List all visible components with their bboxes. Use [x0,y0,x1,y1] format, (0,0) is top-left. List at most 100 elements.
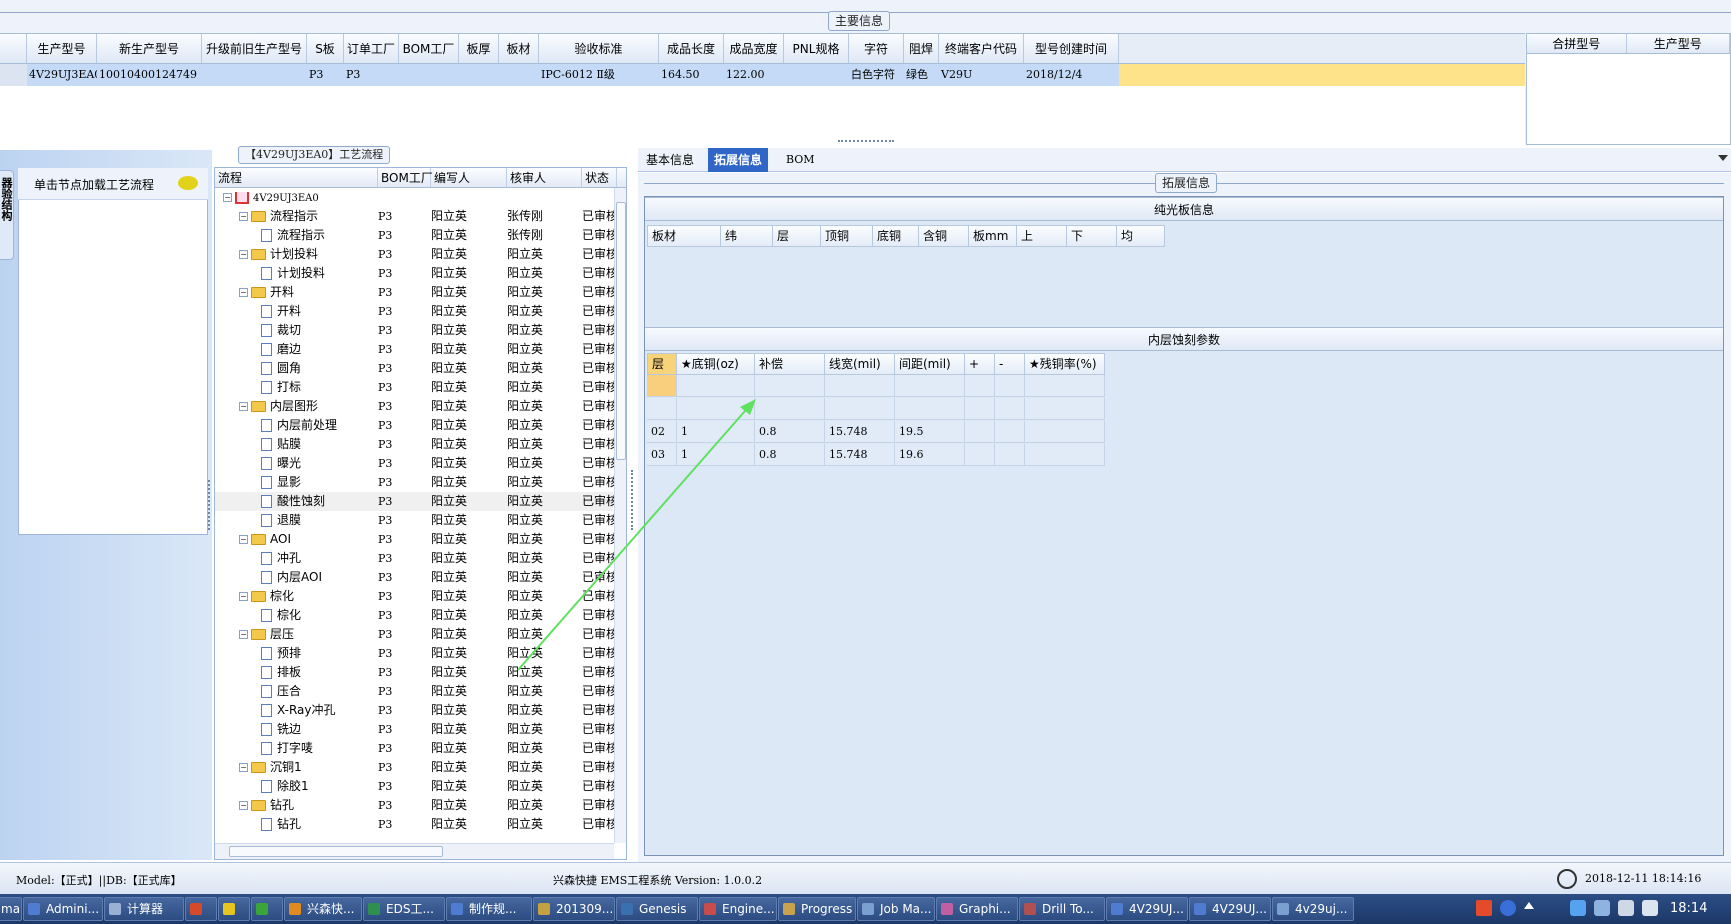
etch-cell[interactable] [995,444,1025,466]
main-cell[interactable]: 122.00 [724,64,784,86]
main-col-header[interactable]: 终端客户代码 [939,34,1024,63]
main-col-header[interactable]: 生产型号 [27,34,97,63]
tree-col-header[interactable]: 编写人 [431,168,507,187]
merge-col-0[interactable]: 合拼型号 [1527,34,1627,53]
taskbar-button[interactable]: Progress [778,897,856,921]
tree-col-header[interactable]: 核审人 [507,168,582,187]
etch-cell[interactable] [995,375,1025,397]
tree-row[interactable]: − 计划投料 P3 阳立英 阳立英 已审核 [215,245,618,264]
main-col-header[interactable]: 板厚 [459,34,499,63]
main-col-header[interactable]: 字符 [849,34,904,63]
taskbar-button[interactable] [218,897,250,921]
main-col-header[interactable]: S板 [307,34,344,63]
etch-col-header[interactable]: + [965,353,995,375]
etch-cell[interactable] [965,444,995,466]
main-cell[interactable]: 4V29UJ3EA0 [27,64,97,86]
board-col-header[interactable]: 含铜 [919,225,969,247]
row-selector[interactable] [0,64,27,86]
main-info-row[interactable]: 4V29UJ3EA0 10010400124749 P3 P3 IPC-6012 Ⅱ级 1… [0,64,1525,86]
etch-cell[interactable] [1025,421,1105,443]
etch-cell[interactable] [1025,398,1105,420]
etch-col-header[interactable]: 层 [647,353,677,375]
expand-icon[interactable]: − [223,193,232,202]
tree-row[interactable]: 钻孔 P3 阳立英 阳立英 已审核 [215,815,618,834]
etch-cell[interactable] [1025,444,1105,466]
board-col-header[interactable]: 层 [773,225,821,247]
etch-cell[interactable] [755,375,825,397]
etch-cell[interactable]: 15.748 [825,421,895,443]
board-col-header[interactable]: 上 [1017,225,1067,247]
taskbar-clock[interactable]: 18:14 [1670,901,1707,916]
tree-row[interactable]: X-Ray冲孔 P3 阳立英 阳立英 已审核 [215,701,618,720]
etch-cell[interactable]: 19.5 [895,421,965,443]
tree-row[interactable]: − 钻孔 P3 阳立英 阳立英 已审核 [215,796,618,815]
tray-flag-icon[interactable] [1618,900,1634,916]
main-col-header[interactable]: 升级前旧生产型号 [202,34,307,63]
taskbar-button[interactable]: 201309... [533,897,615,921]
tray-network-icon[interactable] [1594,900,1610,916]
expand-icon[interactable]: − [239,535,248,544]
main-col-header[interactable]: 阻焊 [904,34,939,63]
expand-icon[interactable]: − [239,212,248,221]
tree-row[interactable]: 计划投料 P3 阳立英 阳立英 已审核 [215,264,618,283]
load-process-box[interactable] [18,168,208,535]
expand-icon[interactable]: − [239,801,248,810]
taskbar-button[interactable]: Admini... [23,897,103,921]
tab-bom[interactable]: BOM [780,148,821,172]
tree-hscroll[interactable] [215,843,614,859]
main-col-header[interactable]: PNL规格 [784,34,849,63]
expand-icon[interactable]: − [239,250,248,259]
expand-icon[interactable]: − [239,630,248,639]
taskbar-button[interactable]: Graphi... [936,897,1018,921]
tray-help-icon[interactable] [1500,900,1516,916]
board-col-header[interactable]: 均 [1117,225,1165,247]
etch-col-header[interactable]: 间距(mil) [895,353,965,375]
etch-col-header[interactable]: ★底铜(oz) [677,353,755,375]
tabs-menu-icon[interactable] [1718,155,1728,161]
etch-cell[interactable] [965,375,995,397]
tree-col-header[interactable]: 流程 [215,168,378,187]
main-col-header[interactable]: 板材 [499,34,539,63]
etch-cell[interactable]: 19.6 [895,444,965,466]
taskbar-button[interactable]: Engine... [699,897,777,921]
main-cell[interactable]: 绿色 [904,64,939,86]
etch-cell[interactable] [825,375,895,397]
tree-row[interactable]: 磨边 P3 阳立英 阳立英 已审核 [215,340,618,359]
taskbar-button[interactable]: Job Ma... [857,897,935,921]
board-col-header[interactable]: 板mm [969,225,1017,247]
side-tab[interactable]: 器验结构 [0,170,14,260]
tree-col-header[interactable]: 状态 [582,168,617,187]
taskbar-button[interactable]: mail [0,897,22,921]
board-col-header[interactable]: 纬 [721,225,773,247]
tree-row[interactable]: 铣边 P3 阳立英 阳立英 已审核 [215,720,618,739]
taskbar-button[interactable] [185,897,217,921]
expand-icon[interactable]: − [239,592,248,601]
main-col-header[interactable]: 成品长度 [659,34,724,63]
etch-cell[interactable] [895,375,965,397]
expand-icon[interactable]: − [239,402,248,411]
expand-icon[interactable]: − [239,288,248,297]
etch-row[interactable] [647,375,1105,397]
main-cell[interactable]: 10010400124749 [97,64,202,86]
main-cell[interactable]: 白色字符 [849,64,904,86]
main-cell[interactable] [499,64,539,86]
tree-col-header[interactable]: BOM工厂 [378,168,433,187]
tree-row[interactable]: − 4V29UJ3EA0 [215,188,613,207]
taskbar-button[interactable]: 计算器 [104,897,184,921]
board-col-header[interactable]: 顶铜 [821,225,873,247]
tray-expand-icon[interactable] [1524,902,1534,909]
etch-cell[interactable]: 0.8 [755,444,825,466]
etch-cell[interactable] [677,375,755,397]
tree-row[interactable]: 除胶1 P3 阳立英 阳立英 已审核 [215,777,618,796]
main-col-header[interactable]: 订单工厂 [344,34,399,63]
main-cell[interactable]: 164.50 [659,64,724,86]
tab-extended-info[interactable]: 拓展信息 [708,148,769,172]
merge-col-1[interactable]: 生产型号 [1627,34,1730,53]
board-col-header[interactable]: 下 [1067,225,1117,247]
main-col-header[interactable]: 新生产型号 [97,34,202,63]
tray-volume-icon[interactable] [1642,900,1658,916]
etch-cell[interactable] [755,398,825,420]
etch-cell[interactable] [995,398,1025,420]
tray-app-icon[interactable] [1570,900,1586,916]
taskbar-button[interactable]: Genesis [616,897,698,921]
